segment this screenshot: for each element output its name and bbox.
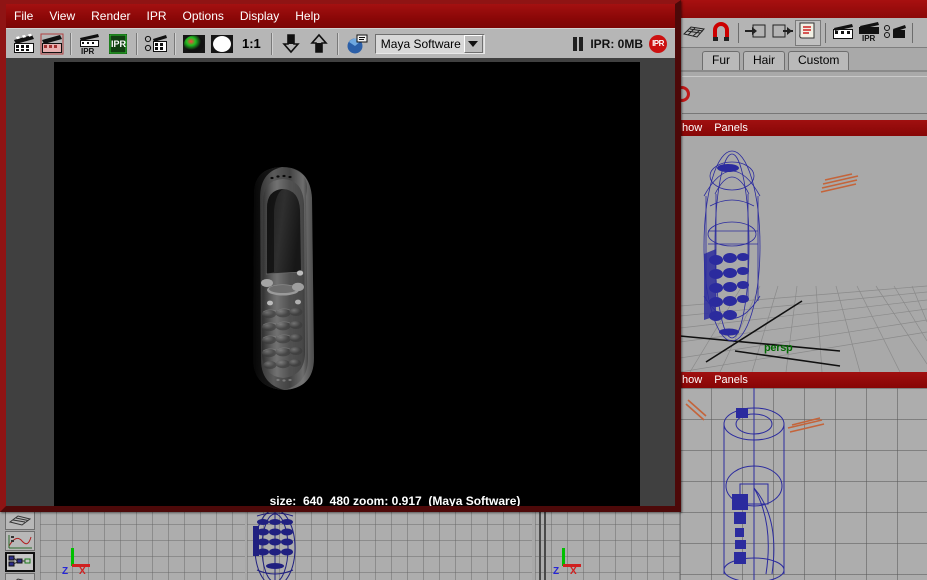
renderer-dropdown-value: Maya Software [380,36,461,51]
toolbar-separator [270,32,273,55]
toolbar-separator [912,22,913,43]
magnet-snap-icon[interactable] [708,20,734,46]
panel-persp-menubar: how Panels [680,120,927,136]
svg-text:IPR: IPR [862,34,876,42]
panel-ortho-body[interactable] [680,388,927,580]
viewport-side[interactable] [247,508,532,580]
render-view-menubar: File View Render IPR Options Display Hel… [6,4,675,28]
ortho-scene [685,388,825,580]
menu-options[interactable]: Options [183,9,224,23]
render-region-icon[interactable] [144,33,168,55]
right-toolbar: IPR [680,18,927,48]
load-image-icon[interactable] [279,33,303,55]
menu-help[interactable]: Help [295,9,320,23]
nurbs-plane-icon[interactable] [5,573,35,580]
panel-menu-panels[interactable]: Panels [714,374,748,386]
right-panel-column: IPR Fur Hair Custom how Panels persp how… [674,0,927,580]
panel-persp-body[interactable]: persp [680,136,927,372]
menu-render[interactable]: Render [91,9,130,23]
render-view-canvas-area[interactable]: size: 640 480 zoom: 0.917 (Maya Software… [6,58,675,506]
rendered-phone-model [236,162,332,394]
persp-viewport[interactable]: persp [680,136,927,372]
attribute-tabs: Fur Hair Custom [680,48,927,70]
panel-menu-panels[interactable]: Panels [714,122,748,134]
attribute-blank-band [674,70,927,120]
save-image-icon[interactable] [307,33,331,55]
axis-x-line [563,564,581,567]
toolbar-separator [825,22,826,43]
surface-editor-icon[interactable] [5,510,35,530]
axis-z-label: Z [553,566,560,577]
panel-persp: how Panels persp [680,120,927,372]
snap-to-grid-icon[interactable] [682,20,708,46]
ortho-viewport[interactable] [680,388,927,580]
toolbar-separator [70,32,72,55]
axis-gizmo-front: Z X [62,543,96,577]
toolbox-icon-column: My [5,510,37,580]
script-editor-icon[interactable] [795,19,821,46]
render-view-toolbar: IPR IPR 1:1 Maya Software IPR: 0MB IPR [6,28,675,58]
tab-hair[interactable]: Hair [743,51,786,70]
menu-ipr[interactable]: IPR [147,9,167,23]
tab-fur[interactable]: Fur [702,51,740,70]
output-connection-icon[interactable] [769,20,795,46]
render-status-text: size: 640 480 zoom: 0.917 (Maya Software… [269,494,521,506]
render-current-frame-icon[interactable] [830,20,856,46]
panel-menu-show[interactable]: how [682,374,702,386]
axis-gizmo-top: Z X [553,543,587,577]
tab-custom[interactable]: Custom [788,51,850,70]
ipr-render-icon[interactable]: IPR [856,20,882,46]
persp-scene [680,150,927,372]
panel-ortho-menubar: how Panels [680,372,927,388]
attribute-band-inner [682,76,927,114]
viewport-front[interactable]: Z X [40,508,245,580]
axis-z-label: Z [62,566,69,577]
menu-view[interactable]: View [49,9,75,23]
svg-text:IPR: IPR [111,39,127,49]
ipr-stop-button[interactable]: IPR [649,34,667,53]
zoom-ratio-label[interactable]: 1:1 [242,36,261,51]
ipr-render-icon[interactable]: IPR [78,33,102,56]
render-current-frame-icon[interactable] [12,33,36,55]
redo-previous-render-icon[interactable] [40,33,64,55]
toolbar-separator [738,22,739,43]
renderer-dropdown[interactable]: Maya Software [374,33,485,54]
redo-previous-ipr-render-icon[interactable]: IPR [106,33,130,55]
menu-file[interactable]: File [14,9,33,23]
input-connection-icon[interactable] [743,20,769,46]
panel-ortho: how Panels [680,372,927,580]
svg-text:IPR: IPR [81,47,95,55]
app-root: Z X Z X IPR Fur Hair Custom how Panels p… [0,0,927,580]
axis-x-line [72,564,90,567]
render-settings-icon[interactable] [882,20,908,46]
render-status-group: IPR: 0MB IPR [572,34,671,53]
render-globals-icon[interactable] [345,33,369,55]
viewport-top[interactable]: Z X [535,508,680,580]
panel-menu-show[interactable]: how [682,122,702,134]
rendered-image[interactable]: size: 640 480 zoom: 0.917 (Maya Software… [54,62,640,506]
menu-display[interactable]: Display [240,9,279,23]
toolbar-separator [336,32,339,55]
axis-x-label: X [79,566,86,577]
toolbar-separator [174,32,176,55]
chevron-down-icon[interactable] [463,34,483,53]
persp-view-label: persp [764,342,793,354]
rgb-channel-icon[interactable] [182,33,206,55]
hypergraph-icon[interactable] [5,552,35,572]
right-titlebar [680,0,927,18]
axis-x-label: X [570,566,577,577]
graph-editor-icon[interactable] [5,531,35,551]
viewport-divider-line-2 [544,508,546,580]
pause-icon[interactable] [572,36,584,51]
wireframe-phone-bottom-center [253,508,296,580]
alpha-channel-icon[interactable] [210,33,234,55]
viewport-divider-line [539,508,541,580]
ipr-memory-label: IPR: 0MB [590,36,643,51]
toolbar-separator [136,32,138,55]
render-view-window[interactable]: File View Render IPR Options Display Hel… [0,0,681,512]
